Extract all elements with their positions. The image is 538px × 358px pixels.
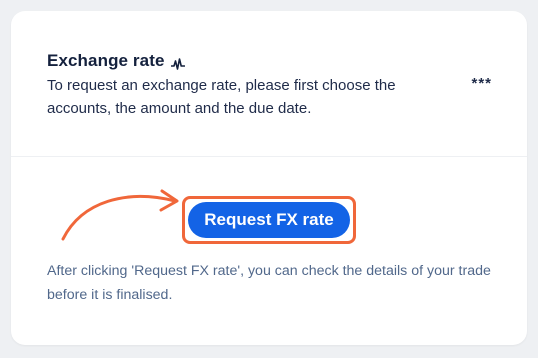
title-row: Exchange rate <box>47 51 185 71</box>
fx-note: After clicking 'Request FX rate', you ca… <box>47 263 491 303</box>
card-header: Exchange rate To request an exchange rat… <box>11 11 527 156</box>
pointer-arrow-icon <box>61 189 179 241</box>
divider <box>11 156 527 157</box>
card-title: Exchange rate <box>47 51 165 70</box>
exchange-rate-card: Exchange rate To request an exchange rat… <box>11 11 527 345</box>
pulse-icon <box>170 57 185 70</box>
request-fx-rate-button[interactable]: Request FX rate <box>188 202 350 238</box>
more-options-button[interactable]: *** <box>471 75 492 92</box>
card-description: To request an exchange rate, please firs… <box>47 77 396 117</box>
